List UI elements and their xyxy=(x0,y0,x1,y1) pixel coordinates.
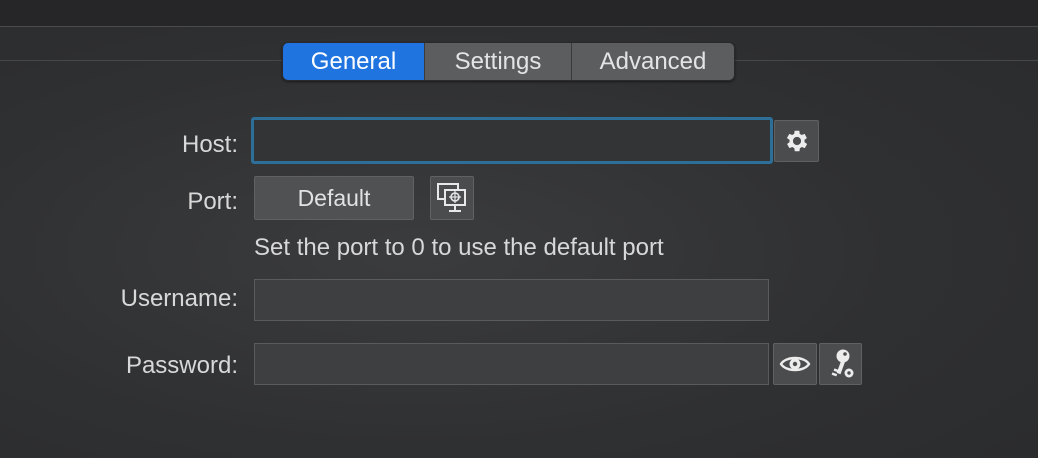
username-label: Username: xyxy=(120,285,238,312)
key-gear-icon xyxy=(826,348,856,380)
port-picker-button[interactable] xyxy=(430,176,474,220)
host-input[interactable] xyxy=(251,117,773,164)
host-label: Host: xyxy=(181,131,238,158)
tab-general[interactable]: General xyxy=(283,43,425,80)
window-top-bar xyxy=(0,0,1038,27)
keychain-button[interactable] xyxy=(819,343,862,385)
port-default-button[interactable]: Default xyxy=(254,176,414,220)
port-hint-text: Set the port to 0 to use the default por… xyxy=(254,234,664,261)
username-input[interactable] xyxy=(254,279,769,321)
port-label: Port: xyxy=(187,188,238,215)
host-settings-button[interactable] xyxy=(774,120,819,162)
show-password-button[interactable] xyxy=(773,343,817,385)
tab-settings[interactable]: Settings xyxy=(425,43,572,80)
tab-advanced[interactable]: Advanced xyxy=(572,43,734,80)
password-input[interactable] xyxy=(254,343,769,385)
tab-bar: General Settings Advanced xyxy=(282,42,735,81)
network-target-icon xyxy=(435,181,469,215)
eye-icon xyxy=(779,353,811,375)
gear-icon xyxy=(783,127,811,155)
password-label: Password: xyxy=(125,352,238,379)
